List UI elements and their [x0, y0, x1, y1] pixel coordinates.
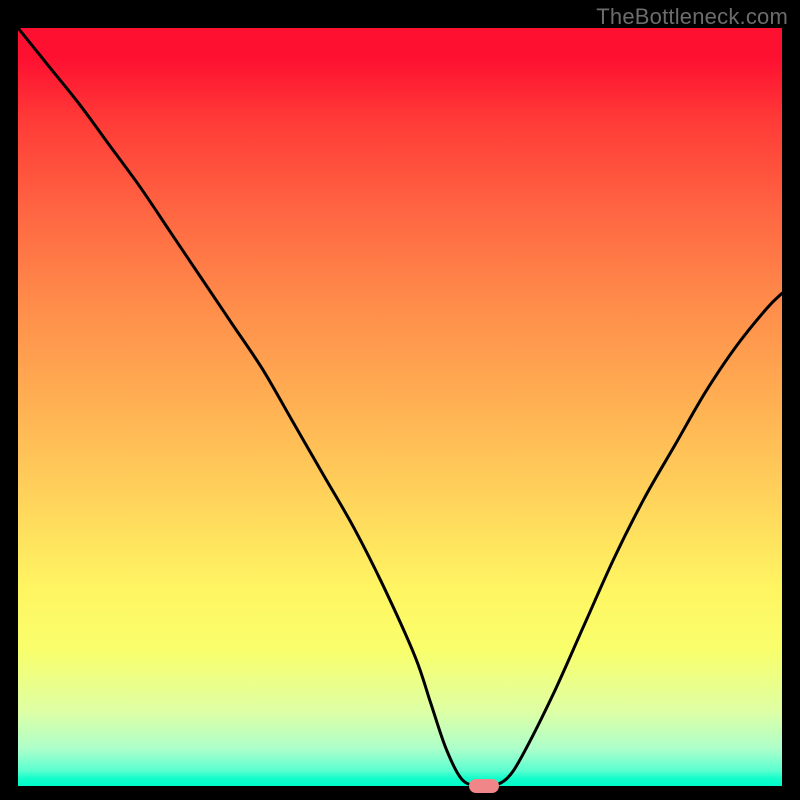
watermark-text: TheBottleneck.com — [596, 4, 788, 30]
plot-area — [18, 28, 782, 786]
chart-frame: TheBottleneck.com — [0, 0, 800, 800]
curve-layer — [18, 28, 782, 786]
minimum-marker — [469, 779, 499, 793]
bottleneck-curve — [18, 28, 782, 786]
minimum-marker-pill — [469, 779, 499, 793]
